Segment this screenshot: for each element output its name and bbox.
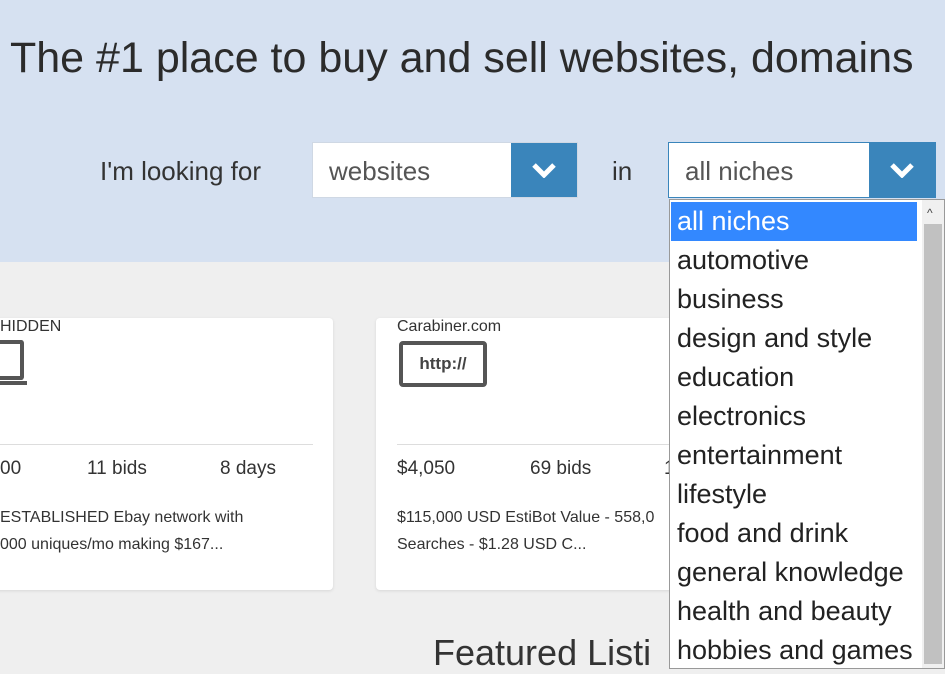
listing-bids: 69 bids <box>530 458 592 479</box>
listing-name[interactable]: Carabiner.com <box>397 318 501 336</box>
option-hobbies-and-games[interactable]: hobbies and games <box>671 631 917 668</box>
looking-for-label: I'm looking for <box>100 156 262 186</box>
option-education[interactable]: education <box>671 358 917 397</box>
laptop-icon <box>0 340 24 380</box>
option-electronics[interactable]: electronics <box>671 397 917 436</box>
chevron-down-icon[interactable] <box>511 143 577 197</box>
option-health-and-beauty[interactable]: health and beauty <box>671 592 917 631</box>
option-entertainment[interactable]: entertainment <box>671 436 917 475</box>
featured-listings-heading: Featured Listi <box>433 632 652 673</box>
scrollbar-thumb[interactable] <box>924 224 942 664</box>
divider <box>0 444 313 445</box>
page-title: The #1 place to buy and sell websites, d… <box>10 34 914 82</box>
type-select[interactable]: websites <box>312 142 578 198</box>
option-general-knowledge[interactable]: general knowledge <box>671 553 917 592</box>
in-label: in <box>612 156 633 186</box>
listing-desc: ESTABLISHED Ebay network with 000 uniques… <box>0 509 244 553</box>
niche-select[interactable]: all niches <box>668 142 936 198</box>
chevron-down-icon[interactable] <box>869 143 935 197</box>
niche-dropdown-list[interactable]: all niches automotive business design an… <box>669 199 945 669</box>
option-all-niches[interactable]: all niches <box>671 202 917 241</box>
scrollbar[interactable]: ^ <box>922 200 944 668</box>
listing-price: 00 <box>0 458 22 479</box>
divider <box>397 444 677 445</box>
niche-select-value: all niches <box>685 156 794 186</box>
scroll-up-icon[interactable]: ^ <box>927 206 933 220</box>
listing-desc: $115,000 USD EstiBot Value - 558,0 Search… <box>397 509 655 553</box>
laptop-base <box>0 381 27 385</box>
listing-bids: 11 bids <box>87 458 147 479</box>
option-design-and-style[interactable]: design and style <box>671 319 917 358</box>
option-business[interactable]: business <box>671 280 917 319</box>
option-automotive[interactable]: automotive <box>671 241 917 280</box>
option-lifestyle[interactable]: lifestyle <box>671 475 917 514</box>
listing-time: 8 days <box>220 458 276 479</box>
type-select-value: websites <box>329 156 431 186</box>
option-food-and-drink[interactable]: food and drink <box>671 514 917 553</box>
listing-price: $4,050 <box>397 458 456 479</box>
http-icon: http:// <box>399 341 487 387</box>
listing-name[interactable]: HIDDEN <box>0 318 61 336</box>
